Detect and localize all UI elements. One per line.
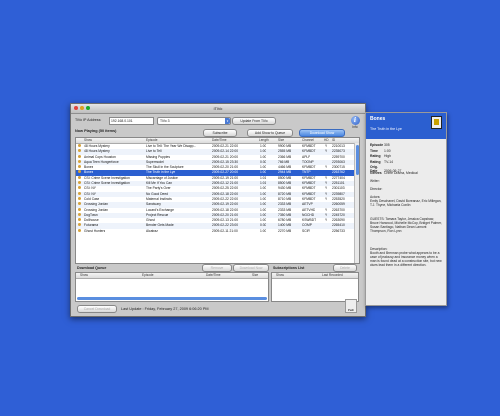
col-length[interactable]: Length <box>259 138 269 143</box>
delete-button[interactable]: Delete <box>333 264 357 272</box>
show-icon <box>78 191 81 195</box>
subscriptions-table[interactable]: Show Last Recorded <box>271 272 359 302</box>
details-show-title: Bones <box>370 116 386 122</box>
now-playing-heading: Now Playing (50 items) <box>75 129 117 133</box>
cell-id: 2256733 <box>332 228 345 233</box>
tivo-select-value: TiVo 3 <box>160 119 170 123</box>
detail-key: Time <box>370 148 378 153</box>
subscribe-button[interactable]: Subscribe <box>203 129 237 137</box>
info-button[interactable]: i Info <box>349 116 361 133</box>
itivo-window: iTiVo TiVo IP Address: 192.168.0.101 TiV… <box>70 103 366 317</box>
detail-value: 305 <box>384 143 390 147</box>
queue-col-date[interactable]: Date/Time <box>206 273 221 278</box>
writer-label: Writer: <box>370 179 380 183</box>
tivo-select[interactable]: TiVo 3 ▾ <box>157 117 231 125</box>
show-icon <box>78 202 81 206</box>
detail-key: Episode <box>370 143 384 147</box>
show-icon <box>78 144 81 147</box>
show-icon <box>78 196 81 200</box>
show-icon <box>78 186 81 190</box>
now-playing-table[interactable]: Show Episode Date/Time Length Size Chann… <box>75 137 360 264</box>
actors-text: Emily Deschanel, David Boreanaz, Eric Mi… <box>370 199 442 207</box>
update-from-tivo-button[interactable]: Update From TiVo <box>232 117 276 125</box>
download-show-button[interactable]: Download Show <box>299 129 345 137</box>
show-icon <box>78 159 81 163</box>
subscriptions-heading: Subscriptions List <box>273 266 305 270</box>
download-now-button[interactable]: Download Now <box>233 264 269 272</box>
ip-label: TiVo IP Address: <box>75 118 102 122</box>
guests-text: GUESTS: Tamara Taylor, Jessica Capshaw, … <box>370 217 442 233</box>
detail-value: 1:00 <box>384 148 391 153</box>
detail-key: Rating <box>370 154 381 158</box>
cell-length: 1:00 <box>260 228 267 233</box>
show-icon <box>78 170 81 174</box>
subs-col-last-recorded[interactable]: Last Recorded <box>322 273 343 278</box>
cell-show: Ghost Hunters <box>84 228 106 233</box>
info-label: Info <box>352 125 358 129</box>
detail-key: Genres <box>370 170 382 175</box>
cell-date: 2009-02-11 21:00 <box>212 228 238 233</box>
detail-field: Rating High <box>370 154 391 158</box>
detail-value: High <box>384 154 391 158</box>
window-title: iTiVo <box>213 106 223 111</box>
description-text: Booth and Brennan probe what appears to … <box>370 251 442 267</box>
detail-field: Rating TV-14 <box>370 160 393 164</box>
show-icon <box>78 175 81 179</box>
last-update-status: Last Update : Friday, February 27, 2009 … <box>121 307 209 311</box>
toolbar: TiVo IP Address: 192.168.0.101 TiVo 3 ▾ … <box>75 117 361 125</box>
show-icon <box>78 212 81 216</box>
subscriptions-header: Show Last Recorded <box>272 273 358 279</box>
col-episode[interactable]: Episode <box>146 138 158 143</box>
detail-field: Episode305 <box>370 143 390 147</box>
remove-button[interactable]: Remove <box>202 264 232 272</box>
show-icon <box>78 218 81 222</box>
detail-value: TV-14 <box>384 159 394 164</box>
cell-episode: Alcatraz <box>146 228 158 233</box>
subs-col-show[interactable]: Show <box>276 273 284 278</box>
col-channel[interactable]: Channel <box>302 138 314 143</box>
show-icon <box>78 228 81 232</box>
show-icon <box>78 165 81 169</box>
table-row[interactable]: Ghost Hunters Alcatraz 2009-02-11 21:00 1:0… <box>76 228 359 234</box>
info-icon: i <box>350 116 360 125</box>
details-episode-title: The Truth in the Lye <box>370 127 402 131</box>
detail-field: Time 1:00 <box>370 149 391 153</box>
cell-size: 2270 MB <box>278 228 292 233</box>
detail-key: Rating <box>370 159 381 164</box>
show-icon <box>78 181 81 185</box>
detail-field: Genres Crime Drama, Medical <box>370 171 418 175</box>
queue-header: Show Episode Date/Time Size <box>76 273 268 279</box>
col-date[interactable]: Date/Time <box>212 138 227 143</box>
table-body: 48 Hours Mystery Live to Tell: The Year W… <box>76 144 359 234</box>
chevron-down-icon: ▾ <box>225 118 230 124</box>
queue-col-size[interactable]: Size <box>252 273 258 278</box>
queue-progress <box>77 297 267 300</box>
download-queue-table[interactable]: Show Episode Date/Time Size <box>75 272 269 302</box>
details-header: Bones The Truth in the Lye <box>366 113 446 139</box>
col-hd[interactable]: HD <box>324 138 329 143</box>
col-size[interactable]: Size <box>278 138 284 143</box>
path-label: Path <box>347 308 355 312</box>
detail-value: Crime Drama, Medical <box>384 170 418 175</box>
ip-address-field[interactable]: 192.168.0.101 <box>109 117 154 125</box>
queue-col-show[interactable]: Show <box>80 273 88 278</box>
path-icon[interactable]: Path <box>345 299 357 313</box>
download-queue-heading: Download Queue <box>77 266 107 270</box>
director-label: Director: <box>370 187 383 191</box>
show-icon <box>78 154 81 158</box>
col-show[interactable]: Show <box>84 138 92 143</box>
col-id[interactable]: ID <box>332 138 335 143</box>
title-bar[interactable]: iTiVo <box>71 104 365 114</box>
table-scrollbar[interactable] <box>354 143 359 263</box>
cancel-download-button[interactable]: Cancel Download <box>77 305 117 313</box>
queue-col-episode[interactable]: Episode <box>142 273 154 278</box>
cell-channel: SCIFI <box>302 228 311 233</box>
scroll-thumb[interactable] <box>355 145 359 175</box>
add-show-to-queue-button[interactable]: Add Show to Queue <box>247 129 293 137</box>
network-logo-icon <box>431 116 442 129</box>
show-icon <box>78 149 81 153</box>
show-icon <box>78 207 81 211</box>
show-details-drawer: Bones The Truth in the Lye Episode305 Tim… <box>365 112 447 306</box>
show-icon <box>78 223 81 227</box>
